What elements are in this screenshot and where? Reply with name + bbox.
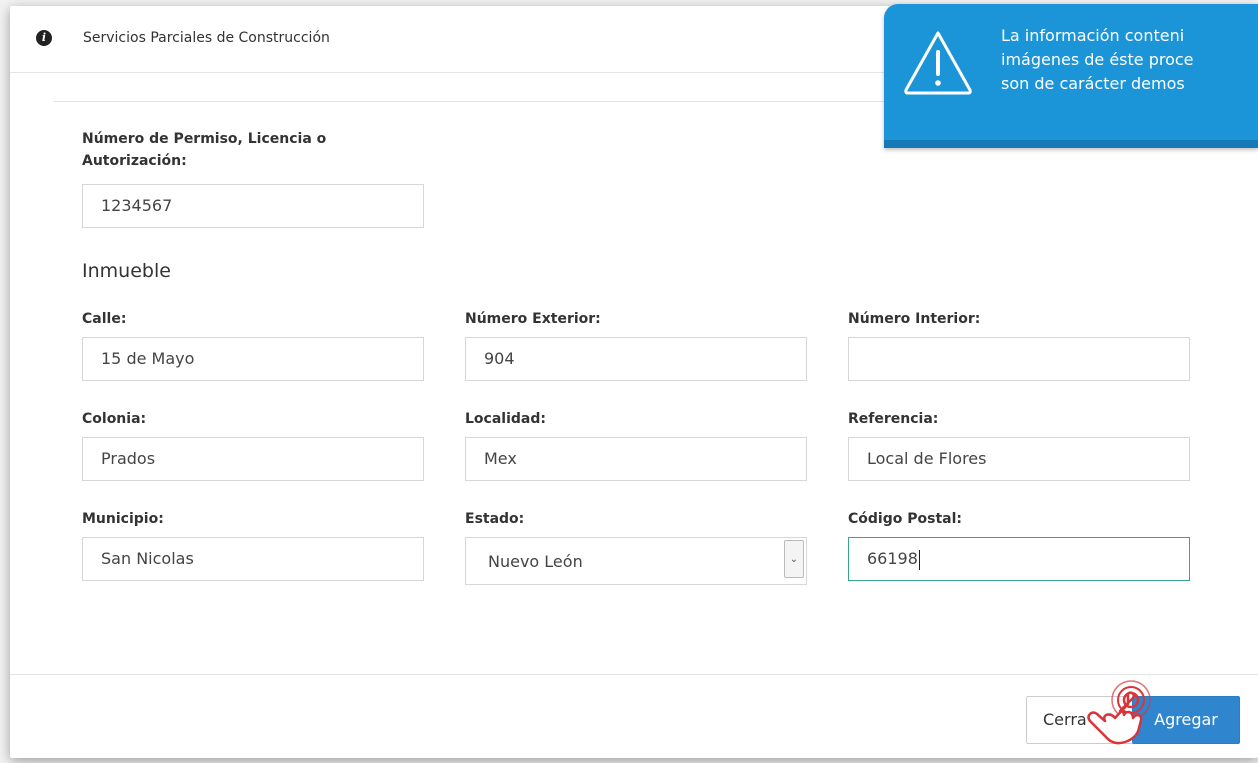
banner-line-3: son de carácter demos — [1001, 74, 1185, 93]
banner-line-1: La información conteni — [1001, 26, 1185, 45]
numero-interior-label: Número Interior: — [848, 311, 981, 327]
estado-select-value: Nuevo León — [488, 552, 583, 571]
permit-label-line1: Número de Permiso, Licencia o — [82, 131, 327, 147]
demo-notice-banner: La información conteni imágenes de éste … — [884, 4, 1258, 148]
codigo-postal-value: 66198 — [867, 549, 918, 568]
warning-icon — [904, 31, 972, 95]
colonia-label: Colonia: — [82, 411, 147, 427]
localidad-label: Localidad: — [465, 411, 546, 427]
permit-number-input[interactable]: 1234567 — [82, 184, 424, 228]
hand-pointer-icon — [1087, 680, 1151, 745]
numero-interior-input[interactable] — [848, 337, 1190, 381]
chevron-down-icon[interactable]: ⌄ — [784, 540, 804, 578]
permit-label-line2: Autorización: — [82, 153, 187, 169]
municipio-input[interactable]: San Nicolas — [82, 537, 424, 581]
info-icon: i — [36, 30, 52, 46]
modal-title: Servicios Parciales de Construcción — [83, 30, 330, 46]
localidad-input[interactable]: Mex — [465, 437, 807, 481]
codigo-postal-input[interactable]: 66198 — [848, 537, 1190, 581]
codigo-postal-label: Código Postal: — [848, 511, 962, 527]
banner-bottom-strip — [884, 140, 1258, 148]
text-cursor — [918, 549, 920, 570]
estado-label: Estado: — [465, 511, 525, 527]
referencia-label: Referencia: — [848, 411, 939, 427]
banner-line-2: imágenes de éste proce — [1001, 50, 1194, 69]
footer-divider — [10, 674, 1258, 675]
referencia-input[interactable]: Local de Flores — [848, 437, 1190, 481]
banner-text: La información conteni imágenes de éste … — [1001, 24, 1258, 96]
estado-select[interactable]: Nuevo León ⌄ — [465, 537, 807, 585]
section-title-inmueble: Inmueble — [82, 260, 171, 282]
calle-label: Calle: — [82, 311, 127, 327]
permit-label: Número de Permiso, Licencia o Autorizaci… — [82, 128, 326, 172]
municipio-label: Municipio: — [82, 511, 164, 527]
calle-input[interactable]: 15 de Mayo — [82, 337, 424, 381]
numero-exterior-input[interactable]: 904 — [465, 337, 807, 381]
colonia-input[interactable]: Prados — [82, 437, 424, 481]
numero-exterior-label: Número Exterior: — [465, 311, 601, 327]
